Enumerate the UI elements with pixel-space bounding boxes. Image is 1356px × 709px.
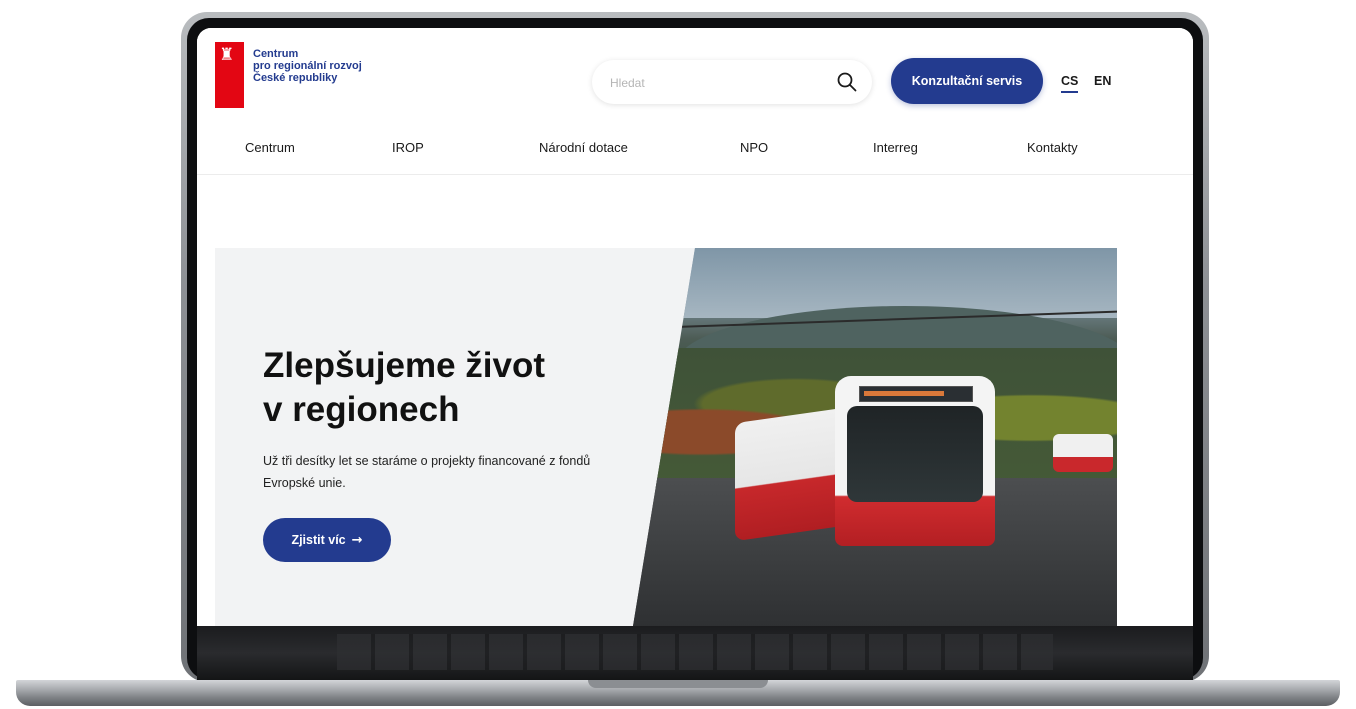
lang-cs-link[interactable]: CS bbox=[1061, 74, 1079, 93]
nav-item-npo[interactable]: NPO bbox=[740, 140, 768, 155]
screen: ♜ Centrum pro regionální rozvoj České re… bbox=[197, 28, 1193, 626]
hero-title-line-1: Zlepšujeme život bbox=[263, 346, 546, 385]
nav-item-interreg[interactable]: Interreg bbox=[873, 140, 918, 155]
site-header: ♜ Centrum pro regionální rozvoj České re… bbox=[197, 28, 1193, 175]
trolleybus bbox=[735, 376, 1005, 546]
hero-title-line-2: v regionech bbox=[263, 390, 460, 429]
nav-item-narodni-dotace[interactable]: Národní dotace bbox=[539, 140, 628, 155]
lang-en-link[interactable]: EN bbox=[1094, 74, 1111, 88]
nav-item-irop[interactable]: IROP bbox=[392, 140, 424, 155]
logo-text[interactable]: Centrum pro regionální rozvoj České repu… bbox=[253, 48, 413, 84]
logo-line-1: Centrum bbox=[253, 48, 299, 60]
bus-sign bbox=[859, 386, 973, 402]
learn-more-button[interactable]: Zjistit víc → bbox=[263, 518, 391, 562]
logo-line-2: pro regionální rozvoj bbox=[253, 60, 362, 72]
learn-more-label: Zjistit víc bbox=[291, 533, 346, 547]
search-box bbox=[592, 60, 872, 104]
logo-line-3: České republiky bbox=[253, 72, 338, 84]
nav-item-kontakty[interactable]: Kontakty bbox=[1027, 140, 1078, 155]
laptop-notch bbox=[588, 680, 768, 688]
hero-section: Zlepšujeme život v regionech Už tři desí… bbox=[215, 248, 1117, 626]
main-nav: Centrum IROP Národní dotace NPO Interreg… bbox=[197, 140, 1193, 164]
laptop-keyboard bbox=[197, 626, 1193, 680]
distant-trolleybus bbox=[1053, 434, 1113, 472]
trolleybus-photo bbox=[633, 248, 1117, 626]
hero-title: Zlepšujeme život v regionech bbox=[263, 344, 643, 432]
hero-description: Už tři desítky let se staráme o projekty… bbox=[263, 454, 591, 490]
nav-item-centrum[interactable]: Centrum bbox=[245, 140, 295, 155]
search-icon[interactable] bbox=[836, 71, 858, 93]
arrow-right-icon: → bbox=[351, 532, 363, 548]
search-input[interactable] bbox=[608, 72, 812, 94]
bus-windshield bbox=[847, 406, 983, 502]
consult-service-button[interactable]: Konzultační servis bbox=[891, 58, 1043, 104]
photo-sky bbox=[633, 248, 1117, 318]
logo-emblem-icon[interactable]: ♜ bbox=[215, 42, 244, 108]
